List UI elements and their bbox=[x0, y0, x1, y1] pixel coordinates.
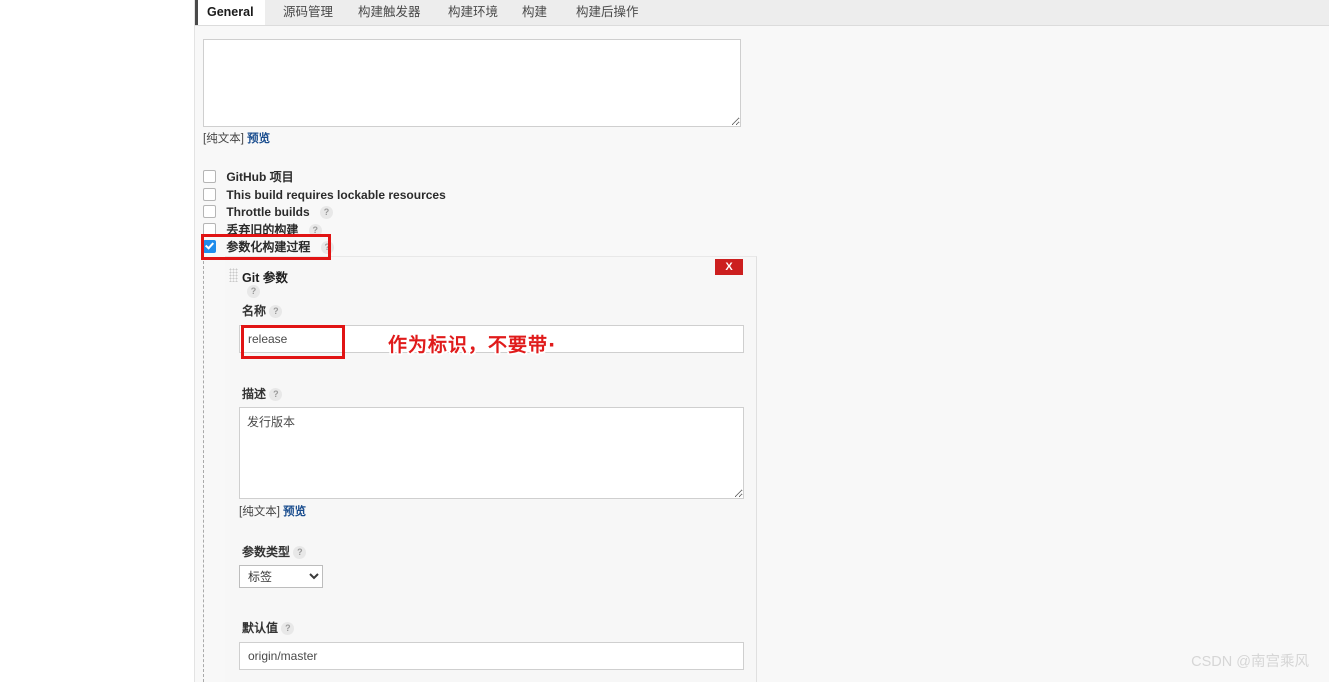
job-description-textarea[interactable] bbox=[203, 39, 741, 127]
description-textarea[interactable] bbox=[239, 407, 744, 499]
job-description-preview-row: [纯文本] 预览 bbox=[203, 130, 270, 146]
help-icon-default-value[interactable]: ? bbox=[281, 622, 295, 636]
help-icon-description[interactable]: ? bbox=[269, 388, 283, 402]
help-icon-discard-old-builds[interactable]: ? bbox=[308, 223, 322, 237]
general-options-checkbox-list: GitHub 项目 This build requires lockable r… bbox=[203, 169, 663, 257]
description-preview-row: [纯文本] 预览 bbox=[239, 503, 306, 519]
job-config-main-pane: General 源码管理 构建触发器 构建环境 构建 构建后操作 [纯文本] 预… bbox=[195, 0, 1329, 682]
checkbox-row-parameterized-build[interactable]: 参数化构建过程 ? bbox=[203, 239, 663, 257]
default-value-label-text: 默认值 bbox=[242, 621, 279, 635]
help-icon-throttle-builds[interactable]: ? bbox=[320, 206, 334, 220]
git-parameter-panel: Git 参数 ? X 名称 ? 描述 ? [纯文本] 预览 参数类型 ? 标签 … bbox=[225, 256, 757, 682]
plain-text-label: [纯文本] bbox=[203, 133, 244, 145]
help-icon-parameter-type[interactable]: ? bbox=[293, 546, 307, 560]
checkbox-lockable-resources[interactable] bbox=[203, 187, 216, 201]
checkbox-label-lockable-resources: This build requires lockable resources bbox=[226, 187, 446, 202]
name-label-text: 名称 bbox=[242, 304, 267, 318]
default-value-field-label: 默认值 ? bbox=[242, 619, 295, 636]
description-label-text: 描述 bbox=[242, 387, 267, 401]
checkbox-github-project[interactable] bbox=[203, 170, 216, 184]
tab-build-triggers[interactable]: 构建触发器 bbox=[348, 0, 431, 25]
tab-post-build-actions[interactable]: 构建后操作 bbox=[566, 0, 649, 25]
checkbox-label-github-project: GitHub 项目 bbox=[226, 170, 294, 185]
drag-handle-icon[interactable] bbox=[229, 268, 238, 282]
checkbox-label-parameterized-build: 参数化构建过程 bbox=[226, 240, 311, 255]
help-icon-name[interactable]: ? bbox=[269, 305, 283, 319]
help-icon-parameter-panel[interactable]: ? bbox=[247, 285, 260, 298]
checkbox-row-discard-old-builds[interactable]: 丢弃旧的构建 ? bbox=[203, 222, 663, 240]
checkbox-parameterized-build[interactable] bbox=[203, 240, 216, 254]
checkbox-throttle-builds[interactable] bbox=[203, 205, 216, 219]
description-field-label: 描述 ? bbox=[242, 385, 283, 402]
default-value-input[interactable] bbox=[239, 642, 744, 670]
preview-link[interactable]: 预览 bbox=[247, 133, 270, 145]
help-icon-parameterized-build[interactable]: ? bbox=[320, 241, 334, 255]
tab-build-environment[interactable]: 构建环境 bbox=[438, 0, 508, 25]
tab-general[interactable]: General bbox=[195, 0, 265, 25]
name-field-label: 名称 ? bbox=[242, 302, 283, 319]
parameter-type-label-text: 参数类型 bbox=[242, 545, 291, 559]
checkbox-row-github-project[interactable]: GitHub 项目 bbox=[203, 169, 663, 187]
parameter-panel-dashed-guide bbox=[203, 256, 204, 682]
watermark: CSDN @南宫乘风 bbox=[1191, 654, 1309, 670]
tab-build[interactable]: 构建 bbox=[512, 0, 557, 25]
config-tab-bar: General 源码管理 构建触发器 构建环境 构建 构建后操作 bbox=[195, 0, 1329, 26]
checkbox-label-throttle-builds: Throttle builds bbox=[226, 205, 310, 220]
checkbox-label-discard-old-builds: 丢弃旧的构建 bbox=[226, 222, 299, 237]
parameter-panel-title: Git 参数 bbox=[242, 271, 288, 285]
annotation-note-text: 作为标识，不要带· bbox=[388, 334, 557, 356]
plain-text-label: [纯文本] bbox=[239, 506, 280, 518]
parameter-type-field-label: 参数类型 ? bbox=[242, 543, 307, 560]
preview-link[interactable]: 预览 bbox=[283, 506, 306, 518]
parameter-type-select[interactable]: 标签 bbox=[239, 565, 323, 588]
close-parameter-button[interactable]: X bbox=[715, 259, 743, 275]
left-sidebar-pane bbox=[0, 0, 195, 682]
checkbox-row-throttle-builds[interactable]: Throttle builds ? bbox=[203, 204, 663, 222]
checkbox-row-lockable-resources[interactable]: This build requires lockable resources bbox=[203, 187, 663, 205]
checkbox-discard-old-builds[interactable] bbox=[203, 222, 216, 236]
tab-source-code-management[interactable]: 源码管理 bbox=[273, 0, 343, 25]
